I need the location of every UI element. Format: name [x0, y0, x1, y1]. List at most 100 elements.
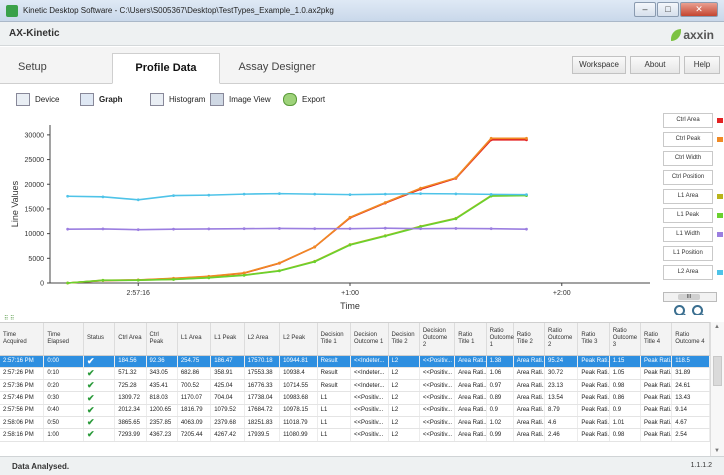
table-cell: Area Rati...	[513, 428, 546, 442]
column-header[interactable]: Ratio Outcome 2	[544, 323, 579, 356]
table-cell: 343.05	[146, 367, 178, 381]
table-cell: 425.04	[210, 379, 245, 393]
minimize-button[interactable]: –	[634, 2, 656, 17]
device-icon	[16, 93, 30, 106]
tab-setup[interactable]: Setup	[4, 53, 112, 84]
data-point	[136, 198, 140, 202]
histogram-button[interactable]: Histogram	[150, 93, 205, 106]
scroll-up-icon[interactable]: ▲	[714, 324, 720, 330]
export-button[interactable]: Export	[283, 93, 325, 106]
data-point	[136, 278, 140, 282]
table-row[interactable]: 2:57:16 PM 0:00 ✔ 184.56 92.36 254.75 186.47 17…	[0, 355, 710, 368]
column-header[interactable]: L1 Peak	[210, 323, 245, 356]
histogram-label: Histogram	[169, 95, 206, 104]
column-header[interactable]: Ctrl Area	[114, 323, 147, 356]
table-cell: L2	[388, 379, 420, 393]
image-view-button[interactable]: Image View	[210, 93, 271, 106]
status-check-icon: ✔	[83, 416, 116, 430]
table-cell: <<Positiv...	[419, 355, 456, 368]
column-header[interactable]: Decision Outcome 2	[419, 323, 456, 356]
column-header[interactable]: Ratio Title 4	[640, 323, 673, 356]
table-cell: <<Positiv...	[350, 404, 389, 417]
table-row[interactable]: 2:57:26 PM 0:10 ✔ 571.32 343.05 682.86 358.91 1…	[0, 367, 710, 381]
series-line	[67, 194, 527, 284]
legend-item[interactable]: Ctrl Area	[663, 113, 713, 128]
column-header[interactable]: Status	[83, 323, 116, 356]
table-cell: 0.9	[609, 404, 641, 417]
column-header[interactable]: L2 Area	[244, 323, 281, 356]
legend-scrollbar[interactable]: III	[663, 292, 717, 302]
y-tick-label: 30000	[25, 132, 45, 139]
column-header[interactable]: L2 Peak	[279, 323, 318, 356]
column-header[interactable]: Ratio Outcome 4	[671, 323, 710, 356]
table-row[interactable]: 2:57:36 PM 0:20 ✔ 725.28 435.41 700.52 425.04 1…	[0, 379, 710, 393]
graph-button[interactable]: Graph	[80, 93, 123, 106]
help-button[interactable]: Help	[684, 56, 720, 74]
legend-item[interactable]: L1 Width	[663, 227, 713, 242]
table-row[interactable]: 2:57:56 PM 0:40 ✔ 2012.34 1200.65 1816.79 1079…	[0, 404, 710, 417]
table-cell: 0:00	[43, 355, 84, 368]
table-cell: 2.54	[671, 428, 710, 442]
data-point	[101, 195, 105, 199]
splitter[interactable]: ⠿ ⠿	[0, 315, 724, 322]
about-button[interactable]: About	[630, 56, 680, 74]
column-header[interactable]: Ratio Outcome 1	[486, 323, 514, 356]
legend-item[interactable]: Ctrl Width	[663, 151, 713, 166]
column-header[interactable]: Time Acquired	[0, 323, 45, 356]
column-header[interactable]: Decision Outcome 1	[350, 323, 389, 356]
legend-item[interactable]: L1 Peak	[663, 208, 713, 223]
data-point	[66, 227, 70, 231]
legend-item[interactable]: L1 Position	[663, 246, 713, 261]
scroll-thumb[interactable]: III	[678, 294, 700, 300]
column-header[interactable]: Time Elapsed	[43, 323, 84, 356]
maximize-button[interactable]: □	[657, 2, 679, 17]
tab-profile-data[interactable]: Profile Data	[112, 53, 220, 84]
data-point	[383, 201, 387, 204]
legend-item[interactable]: L2 Area	[663, 265, 713, 280]
table-row[interactable]: 2:58:16 PM 1:00 ✔ 7293.99 4367.23 7205.44 4267…	[0, 428, 710, 442]
column-header[interactable]: Ctrl Peak	[146, 323, 178, 356]
table-cell: 13.43	[671, 391, 710, 405]
table-cell: 1.05	[609, 367, 641, 381]
table-vertical-scrollbar[interactable]: ▲ ▼	[710, 322, 724, 456]
column-header[interactable]: Ratio Title 2	[513, 323, 546, 356]
data-point	[313, 260, 317, 264]
column-header[interactable]: Decision Title 2	[388, 323, 420, 356]
data-point	[525, 193, 528, 197]
data-point	[313, 245, 317, 249]
splitter-grip[interactable]: ⠿ ⠿	[4, 315, 14, 322]
table-row[interactable]: 2:57:46 PM 0:30 ✔ 1309.72 818.03 1170.07 704.0…	[0, 391, 710, 405]
table-cell: Area Rati...	[513, 416, 546, 430]
device-button[interactable]: Device	[16, 93, 59, 106]
close-button[interactable]: ✕	[680, 2, 718, 17]
scroll-thumb[interactable]	[713, 356, 722, 386]
scroll-down-icon[interactable]: ▼	[714, 448, 720, 454]
data-point	[348, 227, 352, 231]
legend-swatch	[717, 137, 723, 142]
table-cell: 1816.79	[177, 404, 212, 417]
legend-swatch	[717, 194, 723, 199]
legend-item[interactable]: Ctrl Peak	[663, 132, 713, 147]
table-cell: 4.67	[671, 416, 710, 430]
axxin-logo: axxin	[671, 26, 714, 44]
x-tick-label: +1:00	[341, 290, 359, 297]
table-cell: 17939.5	[244, 428, 281, 442]
column-header[interactable]: L1 Area	[177, 323, 212, 356]
table-row[interactable]: 2:58:06 PM 0:50 ✔ 3865.65 2357.85 4063.09 2379…	[0, 416, 710, 430]
table-cell: 2012.34	[114, 404, 147, 417]
data-point	[172, 227, 175, 231]
column-header[interactable]: Ratio Title 3	[577, 323, 610, 356]
column-header[interactable]: Ratio Outcome 3	[609, 323, 641, 356]
tab-assay-designer[interactable]: Assay Designer	[222, 53, 332, 84]
table-cell: 7205.44	[177, 428, 212, 442]
legend-item[interactable]: Ctrl Position	[663, 170, 713, 185]
legend-swatch	[717, 232, 723, 237]
table-cell: 0.9	[486, 404, 514, 417]
legend-item[interactable]: L1 Area	[663, 189, 713, 204]
series-line	[67, 137, 527, 284]
table-cell: 2:57:46 PM	[0, 391, 45, 405]
column-header[interactable]: Ratio Title 1	[454, 323, 487, 356]
workspace-button[interactable]: Workspace	[572, 56, 626, 74]
table-cell: Result	[317, 379, 351, 393]
column-header[interactable]: Decision Title 1	[317, 323, 351, 356]
